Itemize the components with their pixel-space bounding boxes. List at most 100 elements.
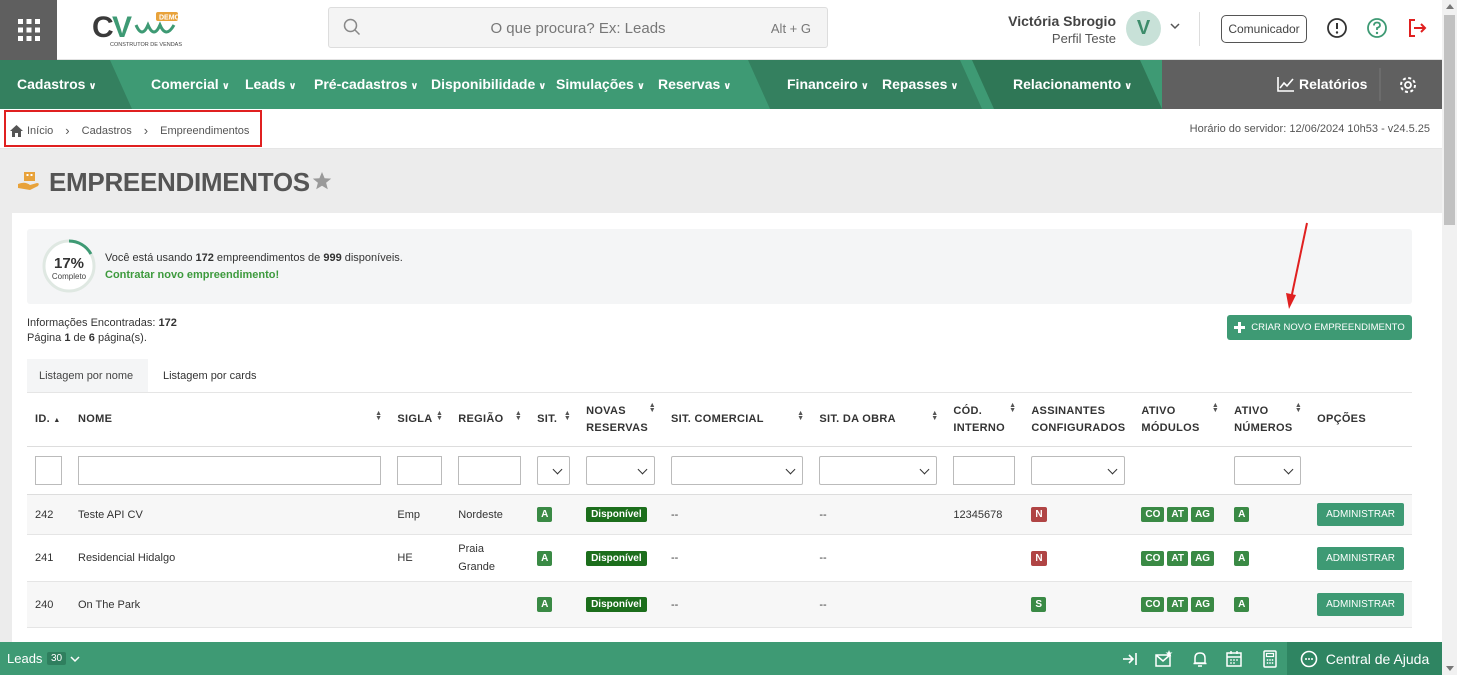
page-scrollbar[interactable] — [1442, 0, 1457, 675]
filter-regiao-input[interactable] — [458, 456, 522, 485]
nav-item-cadastros[interactable]: Cadastros ∨ — [17, 76, 97, 92]
breadcrumb: Início › Cadastros › Empreendimentos — [10, 123, 249, 138]
create-button[interactable]: CRIAR NOVO EMPREENDIMENTO — [1227, 315, 1412, 340]
col-id[interactable]: ID. ▲ — [27, 392, 70, 447]
info-icon[interactable] — [1326, 17, 1348, 39]
cell-sigla — [389, 581, 451, 628]
table-row[interactable]: 240 On The Park A Disponível -- -- S CO … — [27, 581, 1412, 628]
app-root: C V DEMO CONSTRUTOR DE VENDAS O que proc… — [0, 0, 1457, 675]
cell-nome: Teste API CV — [70, 494, 390, 535]
col-sit[interactable]: SIT. ▲ ▼ — [529, 392, 579, 447]
chevron-down-icon[interactable] — [1169, 20, 1181, 32]
logout-icon[interactable] — [1406, 17, 1428, 39]
help-center-button[interactable]: Central de Ajuda — [1287, 642, 1442, 675]
leads-count-badge[interactable]: 30 — [47, 652, 67, 665]
nav-item-disponibilidade[interactable]: Disponibilidade ∨ — [431, 76, 546, 92]
filter-novas-select[interactable] — [586, 456, 655, 485]
nav-item-reservas[interactable]: Reservas ∨ — [658, 76, 731, 92]
tab-listagem-nome[interactable]: Listagem por nome — [27, 359, 148, 393]
tab-listagem-cards[interactable]: Listagem por cards — [151, 359, 269, 393]
annotation-arrow — [1286, 222, 1308, 309]
filter-id-input[interactable] — [35, 456, 62, 485]
filter-nome-input[interactable] — [78, 456, 382, 485]
col-sigla[interactable]: SIGLA ▲ ▼ — [389, 392, 451, 447]
breadcrumb-inicio[interactable]: Início — [27, 125, 53, 137]
numeros-badge: A — [1234, 550, 1250, 566]
help-icon[interactable] — [1366, 17, 1388, 39]
col-ativo-modulos[interactable]: ATIVO MÓDULOS ▲ ▼ — [1133, 392, 1227, 447]
results-info: Informações Encontradas: 172 Página 1 de… — [27, 317, 177, 344]
chevron-down-icon[interactable] — [70, 654, 80, 664]
cell-sit-comercial: -- — [663, 494, 812, 535]
availability-badge: Disponível — [586, 597, 647, 612]
scroll-thumb[interactable] — [1444, 15, 1455, 225]
nav-item-relacionamento[interactable]: Relacionamento ∨ — [1013, 76, 1132, 92]
search-placeholder: O que procura? Ex: Leads — [490, 20, 666, 37]
usage-panel: 17% Completo Você está usando 172 empree… — [27, 229, 1412, 304]
table-row[interactable]: 242 Teste API CV Emp Nordeste A Disponív… — [27, 494, 1412, 535]
leads-label[interactable]: Leads — [7, 651, 42, 666]
col-sit-obra[interactable]: SIT. DA OBRA ▲ ▼ — [811, 392, 946, 447]
administrar-button[interactable]: ADMINISTRAR — [1317, 546, 1404, 570]
scroll-down-icon[interactable] — [1446, 666, 1454, 671]
filter-sit-comercial-select[interactable] — [671, 456, 804, 485]
cell-regiao — [450, 581, 530, 628]
col-opcoes: OPÇÕES — [1309, 392, 1412, 447]
cell-sigla: Emp — [389, 494, 451, 535]
nav-item-financeiro[interactable]: Financeiro ∨ — [787, 76, 869, 92]
svg-text:CONSTRUTOR DE VENDAS: CONSTRUTOR DE VENDAS — [110, 42, 182, 48]
nav-item-repasses[interactable]: Repasses ∨ — [882, 76, 959, 92]
home-icon[interactable] — [10, 124, 23, 137]
administrar-button[interactable]: ADMINISTRAR — [1317, 503, 1404, 526]
nav-item-simulacoes[interactable]: Simulações ∨ — [556, 76, 645, 92]
svg-text:C: C — [92, 11, 113, 44]
breadcrumb-cadastros[interactable]: Cadastros — [82, 125, 132, 137]
comunicador-button[interactable]: Comunicador — [1221, 15, 1307, 43]
bell-icon[interactable] — [1191, 650, 1209, 668]
mail-star-icon[interactable] — [1155, 650, 1173, 668]
col-nome[interactable]: NOME ▲ ▼ — [70, 392, 390, 447]
cell-id: 242 — [27, 494, 70, 535]
contract-link[interactable]: Contratar novo empreendimento! — [105, 269, 279, 281]
status-badge: A — [537, 597, 553, 612]
cell-regiao: Praia Grande — [450, 534, 530, 582]
col-sit-comercial[interactable]: SIT. COMERCIAL ▲ ▼ — [663, 392, 812, 447]
filter-cod-input[interactable] — [953, 456, 1016, 485]
cell-cod — [945, 581, 1024, 628]
filter-sit-select[interactable] — [537, 456, 571, 485]
nav-item-pre-cadastros[interactable]: Pré-cadastros ∨ — [314, 76, 419, 92]
cv-logo[interactable]: C V DEMO CONSTRUTOR DE VENDAS — [90, 9, 185, 49]
filter-sit-obra-select[interactable] — [819, 456, 938, 485]
cell-modulos: CO AT AG — [1133, 494, 1227, 535]
col-ativo-numeros[interactable]: ATIVO NÚMEROS ▲ ▼ — [1226, 392, 1310, 447]
calendar-icon[interactable] — [1225, 650, 1243, 668]
col-regiao[interactable]: REGIÃO ▲ ▼ — [450, 392, 530, 447]
plus-icon — [1234, 322, 1246, 333]
nav-item-leads[interactable]: Leads ∨ — [245, 76, 297, 92]
col-cod-interno[interactable]: CÓD. INTERNO ▲ ▼ — [945, 392, 1024, 447]
collapse-right-icon[interactable] — [1121, 650, 1139, 668]
administrar-button[interactable]: ADMINISTRAR — [1317, 593, 1404, 616]
status-badge: A — [537, 507, 553, 522]
nav-item-relatorios[interactable]: Relatórios — [1277, 76, 1367, 92]
col-novas-reservas[interactable]: NOVAS RESERVAS ▲ ▼ — [578, 392, 663, 447]
gear-icon[interactable] — [1398, 75, 1418, 95]
search-shortcut: Alt + G — [770, 21, 811, 36]
user-info[interactable]: Victória Sbrogio Perfil Teste — [1008, 13, 1116, 46]
apps-grid-button[interactable] — [0, 0, 57, 60]
scroll-up-icon[interactable] — [1446, 4, 1454, 9]
divider — [1199, 12, 1200, 46]
calculator-icon[interactable] — [1261, 650, 1279, 668]
star-icon[interactable] — [312, 171, 332, 191]
filter-numeros-select[interactable] — [1234, 456, 1302, 485]
filter-assinantes-select[interactable] — [1031, 456, 1126, 485]
nav-item-comercial[interactable]: Comercial ∨ — [151, 76, 230, 92]
user-name: Victória Sbrogio — [1008, 13, 1116, 29]
cell-cod: 12345678 — [945, 494, 1024, 535]
global-search[interactable]: O que procura? Ex: Leads Alt + G — [328, 7, 828, 48]
numeros-badge: A — [1234, 507, 1250, 522]
table-row[interactable]: 241 Residencial Hidalgo HE Praia Grande A… — [27, 534, 1412, 582]
top-bar: C V DEMO CONSTRUTOR DE VENDAS O que proc… — [0, 0, 1442, 60]
avatar[interactable]: V — [1126, 11, 1161, 46]
filter-sigla-input[interactable] — [397, 456, 443, 485]
